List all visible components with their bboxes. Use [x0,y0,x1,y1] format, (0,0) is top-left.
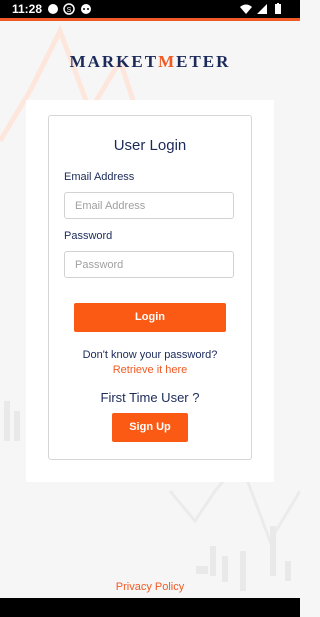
battery-icon [275,3,281,14]
face-icon [81,4,91,14]
first-time-user-text: First Time User ? [100,390,200,405]
privacy-policy-link[interactable]: Privacy Policy [0,581,300,593]
signal-icon [257,4,267,14]
forgot-password-text: Don't know your password? [82,349,218,361]
logo-text-market: MARKET [69,52,159,71]
email-label: Email Address [64,171,135,183]
retrieve-password-link[interactable]: Retrieve it here [0,364,300,376]
status-time: 11:28 [12,2,43,16]
navigation-bar [0,598,300,617]
email-field[interactable] [64,192,234,219]
app-logo: MARKETMETER [0,52,300,72]
logo-m-mark: M [158,52,177,71]
status-accent-bar [0,18,300,21]
svg-text:S: S [67,7,72,14]
password-field[interactable] [64,251,234,278]
password-label: Password [64,230,113,242]
signup-button[interactable]: Sign Up [112,413,188,442]
logo-text-eter: ETER [176,52,231,71]
login-title: User Login [113,137,187,154]
circle-icon [48,4,58,14]
login-button[interactable]: Login [74,303,226,332]
wifi-icon [240,4,252,14]
login-card [48,115,252,460]
s-icon: S [63,3,75,15]
status-bar: 11:28 S [0,0,300,18]
